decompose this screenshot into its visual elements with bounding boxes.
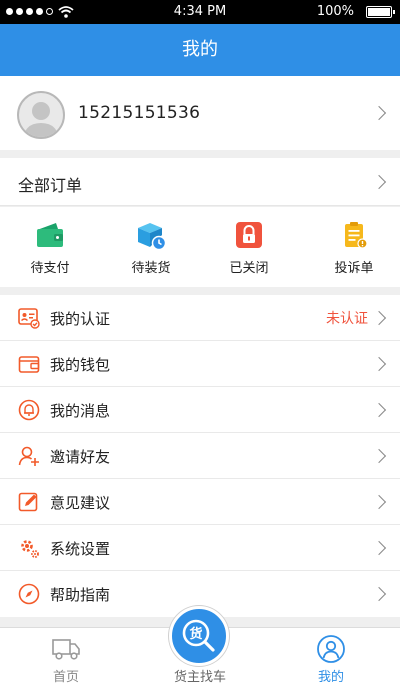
order-pending-loading-label: 待装货 — [131, 261, 171, 276]
order-pending-payment-label: 待支付 — [30, 261, 70, 276]
chevron-right-icon — [371, 174, 387, 190]
order-pending-payment[interactable]: 待支付 — [0, 219, 100, 276]
package-clock-icon — [138, 223, 167, 251]
bell-icon — [18, 399, 40, 421]
status-bar: 4:34 PM 100% — [0, 0, 400, 24]
order-closed-label: 已关闭 — [229, 261, 269, 276]
menu-item-label: 系统设置 — [50, 540, 111, 558]
tab-home[interactable]: 首页 — [16, 634, 116, 685]
all-orders-row[interactable]: 全部订单 — [0, 158, 400, 206]
menu-item-settings[interactable]: 系统设置 — [0, 525, 400, 571]
compass-icon — [18, 583, 40, 605]
settings-menu: 我的认证 未认证 我的钱包 我的消息 邀请好友 意见建议 系统设置 帮助指南 — [0, 295, 400, 617]
menu-item-label: 意见建议 — [50, 494, 111, 512]
chevron-right-icon — [371, 540, 387, 556]
menu-item-feedback[interactable]: 意见建议 — [0, 479, 400, 525]
order-complaint-label: 投诉单 — [334, 261, 374, 276]
tab-mine[interactable]: 我的 — [281, 634, 381, 685]
id-card-icon — [18, 308, 40, 329]
phone-number: 15215151536 — [78, 103, 201, 123]
order-pending-loading[interactable]: 待装货 — [101, 219, 201, 276]
find-truck-label: 货主找车 — [173, 670, 226, 685]
clipboard-icon — [345, 222, 368, 249]
menu-item-label: 我的钱包 — [50, 356, 111, 374]
profile-row[interactable]: 15215151536 — [0, 76, 400, 150]
edit-icon — [18, 492, 38, 512]
user-circle-icon — [317, 635, 345, 663]
page-title: 我的 — [0, 24, 400, 76]
truck-icon — [52, 639, 80, 660]
certification-status: 未认证 — [326, 311, 368, 327]
all-orders-label: 全部订单 — [18, 176, 83, 195]
wallet-icon — [37, 223, 63, 247]
lock-icon — [236, 222, 262, 248]
wallet-outline-icon — [18, 356, 40, 373]
battery-percent: 100% — [316, 4, 354, 19]
chevron-right-icon — [371, 448, 387, 464]
chevron-right-icon — [371, 494, 387, 510]
find-truck-button[interactable]: 货 — [169, 606, 229, 666]
menu-item-certification[interactable]: 我的认证 未认证 — [0, 295, 400, 341]
menu-item-messages[interactable]: 我的消息 — [0, 387, 400, 433]
add-user-icon — [18, 446, 39, 466]
order-closed[interactable]: 已关闭 — [199, 219, 299, 276]
menu-item-label: 帮助指南 — [50, 586, 111, 604]
tab-mine-label: 我的 — [317, 670, 344, 685]
battery-icon — [366, 6, 395, 18]
chevron-right-icon — [371, 310, 387, 326]
menu-item-wallet[interactable]: 我的钱包 — [0, 341, 400, 387]
menu-item-label: 邀请好友 — [50, 448, 111, 466]
avatar-icon — [23, 102, 59, 137]
cargo-search-icon: 货 — [182, 619, 215, 652]
avatar[interactable] — [17, 91, 65, 139]
menu-item-label: 我的消息 — [50, 402, 111, 420]
menu-item-label: 我的认证 — [50, 310, 111, 328]
cargo-glyph: 货 — [189, 626, 202, 642]
tab-home-label: 首页 — [52, 670, 79, 685]
menu-item-invite-friends[interactable]: 邀请好友 — [0, 433, 400, 479]
chevron-right-icon — [371, 402, 387, 418]
chevron-right-icon — [371, 105, 387, 121]
order-status-grid: 待支付 待装货 已关闭 投诉单 — [0, 207, 400, 287]
gear-icon — [21, 540, 39, 558]
chevron-right-icon — [371, 586, 387, 602]
order-complaint[interactable]: 投诉单 — [304, 219, 400, 276]
chevron-right-icon — [371, 356, 387, 372]
